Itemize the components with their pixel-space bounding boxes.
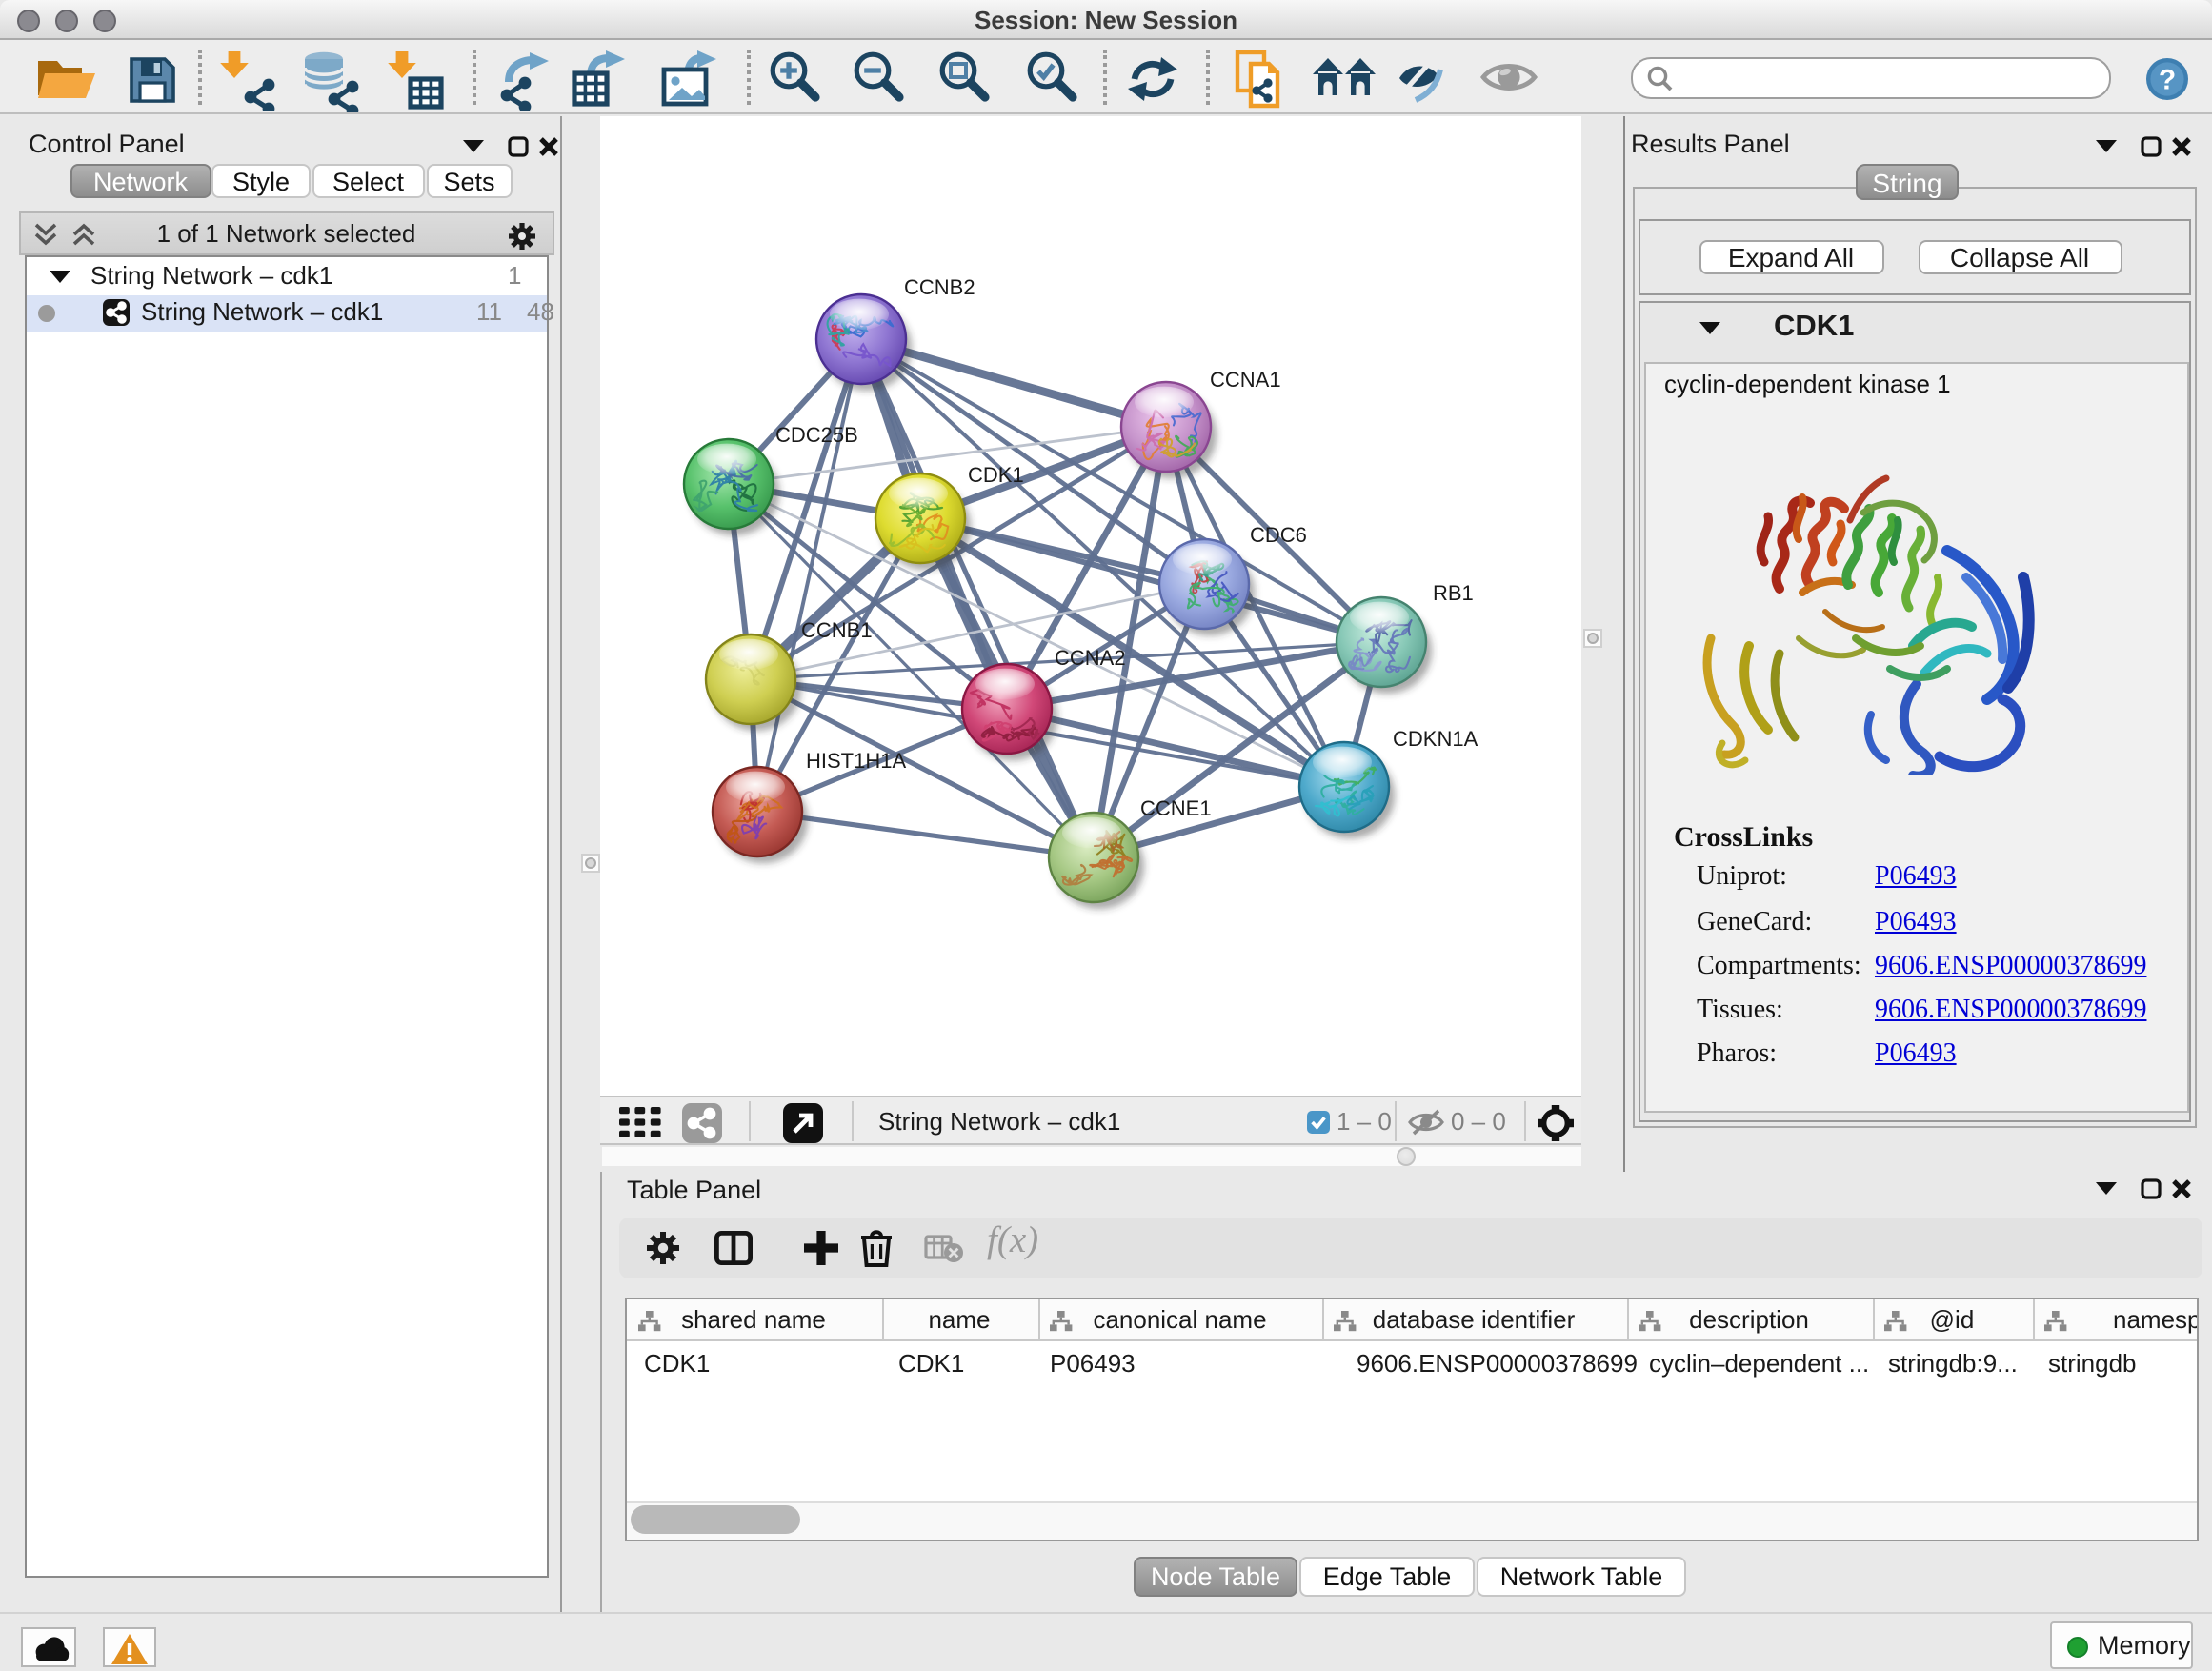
svg-text:RB1: RB1 [1433, 581, 1474, 605]
svg-text:CDKN1A: CDKN1A [1393, 727, 1478, 751]
svg-text:CDC25B: CDC25B [775, 423, 858, 447]
svg-text:HIST1H1A: HIST1H1A [806, 749, 906, 773]
svg-text:CDK1: CDK1 [968, 463, 1024, 487]
svg-text:CCNB1: CCNB1 [801, 618, 873, 642]
svg-text:CCNE1: CCNE1 [1140, 796, 1212, 820]
svg-text:CCNA2: CCNA2 [1055, 646, 1126, 670]
svg-text:?: ? [2158, 64, 2175, 95]
svg-text:CDC6: CDC6 [1250, 523, 1307, 547]
svg-text:CCNB2: CCNB2 [904, 275, 975, 299]
svg-text:CCNA1: CCNA1 [1210, 368, 1281, 392]
